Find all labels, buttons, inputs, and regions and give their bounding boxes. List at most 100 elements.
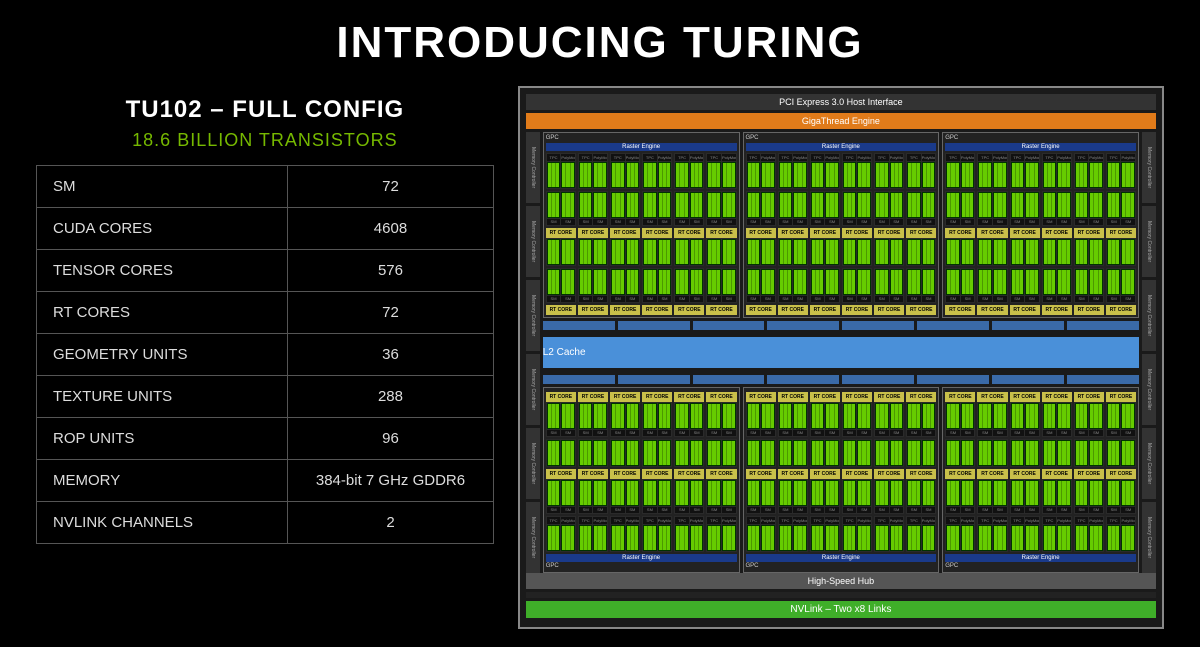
sm-block: [961, 269, 975, 295]
sm-block: [890, 192, 904, 218]
sm-block: [843, 480, 857, 506]
rt-core: RT CORE: [977, 305, 1007, 315]
tpc-block: SMSM: [546, 191, 576, 226]
tpc-row: SMSMSMSMSMSMSMSMSMSMSMSM: [746, 191, 937, 226]
sm-block: [561, 440, 575, 466]
spec-label: TEXTURE UNITS: [37, 376, 288, 418]
tpc-block: SMSM: [906, 191, 936, 226]
spec-row: NVLINK CHANNELS2: [37, 502, 494, 544]
tpc-block: SMSM: [1042, 191, 1072, 226]
sm-block: [579, 239, 593, 265]
tpc-block: SMSM: [945, 479, 975, 514]
sm-block: [626, 525, 640, 551]
tpc-block: SMSM: [746, 402, 776, 437]
sm-block: [993, 269, 1007, 295]
gpc-label: GPC: [746, 135, 937, 142]
sm-block: [946, 269, 960, 295]
spec-label: MEMORY: [37, 460, 288, 502]
tpc-block: [842, 238, 872, 266]
sm-block: [761, 162, 775, 188]
tpc-block: [810, 238, 840, 266]
sm-block: [993, 403, 1007, 429]
rt-row: RT CORERT CORERT CORERT CORERT CORERT CO…: [546, 305, 737, 315]
gpc-block: RT CORERT CORERT CORERT CORERT CORERT CO…: [942, 387, 1139, 573]
sm-block: [626, 192, 640, 218]
rt-core: RT CORE: [746, 469, 776, 479]
tpc-block: TPCPolyMorph Engine: [578, 153, 608, 189]
sm-block: [1011, 480, 1025, 506]
sm-block: [779, 269, 793, 295]
tpc-block: SMSM: [1106, 479, 1136, 514]
tpc-block: SMSM: [578, 479, 608, 514]
tpc-block: [945, 439, 975, 467]
rop-block: [917, 375, 989, 384]
tpc-block: SMSM: [706, 402, 736, 437]
raster-engine: Raster Engine: [746, 554, 937, 562]
sm-block: [843, 440, 857, 466]
rt-core: RT CORE: [546, 228, 576, 238]
sm-block: [690, 239, 704, 265]
tpc-row: SMSMSMSMSMSMSMSMSMSMSMSM: [945, 268, 1136, 303]
sm-block: [1107, 192, 1121, 218]
tpc-block: [1106, 439, 1136, 467]
sm-block: [1107, 162, 1121, 188]
rt-core: RT CORE: [778, 469, 808, 479]
rt-core: RT CORE: [578, 305, 608, 315]
sm-block: [1107, 403, 1121, 429]
nvlink-arrows: [526, 592, 1156, 598]
tpc-block: [746, 439, 776, 467]
sm-block: [747, 480, 761, 506]
rt-row: RT CORERT CORERT CORERT CORERT CORERT CO…: [945, 392, 1136, 402]
rt-row: RT CORERT CORERT CORERT CORERT CORERT CO…: [546, 392, 737, 402]
sm-block: [1043, 440, 1057, 466]
sm-block: [811, 269, 825, 295]
rt-core: RT CORE: [810, 305, 840, 315]
rt-core: RT CORE: [842, 228, 872, 238]
sm-block: [707, 480, 721, 506]
sm-block: [593, 239, 607, 265]
spec-row: GEOMETRY UNITS36: [37, 334, 494, 376]
sm-block: [890, 162, 904, 188]
tpc-row: SMSMSMSMSMSMSMSMSMSMSMSM: [746, 479, 937, 514]
tpc-row: SMSMSMSMSMSMSMSMSMSMSMSM: [746, 268, 937, 303]
gpc-block: GPCRaster EngineTPCPolyMorph EngineTPCPo…: [743, 132, 940, 318]
rt-core: RT CORE: [610, 392, 640, 402]
sm-block: [1107, 239, 1121, 265]
tpc-block: TPCPolyMorph Engine: [1106, 153, 1136, 189]
tpc-block: [642, 439, 672, 467]
sm-block: [643, 192, 657, 218]
sm-block: [547, 440, 561, 466]
sm-block: [825, 239, 839, 265]
gpc-block: RT CORERT CORERT CORERT CORERT CORERT CO…: [543, 387, 740, 573]
sm-block: [890, 269, 904, 295]
sm-block: [1121, 269, 1135, 295]
spec-value: 72: [288, 292, 494, 334]
tpc-block: SMSM: [610, 268, 640, 303]
sm-block: [1057, 440, 1071, 466]
sm-block: [946, 440, 960, 466]
tpc-block: SMSM: [810, 402, 840, 437]
sm-block: [1121, 525, 1135, 551]
sm-block: [811, 525, 825, 551]
sm-block: [1043, 269, 1057, 295]
tpc-block: [1010, 238, 1040, 266]
sm-block: [643, 269, 657, 295]
rt-core: RT CORE: [1010, 305, 1040, 315]
sm-block: [626, 239, 640, 265]
rt-core: RT CORE: [1074, 469, 1104, 479]
sm-block: [922, 403, 936, 429]
tpc-block: [546, 439, 576, 467]
rt-core: RT CORE: [945, 305, 975, 315]
tpc-block: [642, 238, 672, 266]
tpc-block: TPCPolyMorph Engine: [1106, 516, 1136, 552]
rt-core: RT CORE: [1010, 228, 1040, 238]
rt-core: RT CORE: [842, 392, 872, 402]
rop-block: [693, 375, 765, 384]
rt-core: RT CORE: [1042, 469, 1072, 479]
tpc-block: [674, 238, 704, 266]
tpc-block: SMSM: [1106, 191, 1136, 226]
sm-block: [946, 403, 960, 429]
raster-engine: Raster Engine: [546, 554, 737, 562]
tpc-block: SMSM: [945, 402, 975, 437]
high-speed-hub: High-Speed Hub: [526, 573, 1156, 589]
